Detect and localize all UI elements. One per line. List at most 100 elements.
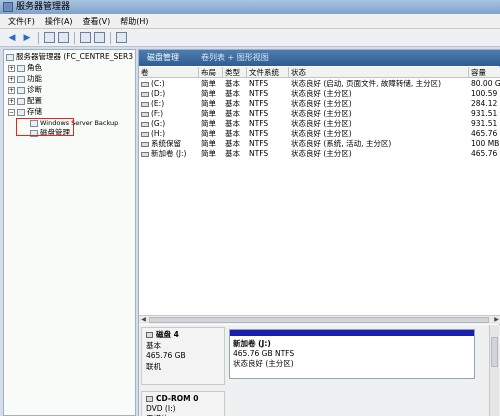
volume-status: 状态良好 (主分区)	[291, 119, 352, 128]
tree-item-diagnostics[interactable]: + 诊断	[8, 85, 42, 95]
tree-item-label: 角色	[27, 63, 42, 72]
volume-type: 基本	[225, 149, 240, 158]
horizontal-scrollbar[interactable]: ◀ ▶	[139, 315, 500, 324]
table-row[interactable]: (H:) 简单 基本 NTFS 状态良好 (主分区) 465.76	[139, 129, 500, 139]
server-manager-icon	[3, 2, 13, 12]
scroll-thumb[interactable]	[491, 337, 498, 367]
volume-layout: 简单	[201, 149, 216, 158]
red-highlight-box	[16, 118, 74, 136]
forward-arrow-icon[interactable]: ▶	[21, 32, 33, 44]
partition-j[interactable]: 新加卷 (J:) 465.76 GB NTFS 状态良好 (主分区)	[229, 329, 475, 379]
volume-type: 基本	[225, 79, 240, 88]
cdrom-0-info[interactable]: CD-ROM 0 DVD (I:) 无媒体	[141, 391, 225, 416]
volume-filesystem: NTFS	[249, 119, 269, 128]
volume-type: 基本	[225, 139, 240, 148]
diagnostics-icon	[17, 86, 25, 94]
column-header-capacity[interactable]: 容量	[469, 67, 500, 78]
expand-icon[interactable]: +	[8, 75, 15, 83]
table-row[interactable]: (E:) 简单 基本 NTFS 状态良好 (主分区) 284.12	[139, 99, 500, 109]
table-row[interactable]: 新加卷 (J:) 简单 基本 NTFS 状态良好 (主分区) 465.76	[139, 149, 500, 159]
disk-4-name: 磁盘 4	[146, 330, 179, 340]
column-header-type[interactable]: 类型	[223, 67, 247, 78]
volume-layout: 简单	[201, 89, 216, 98]
roles-icon	[17, 64, 25, 72]
volume-icon	[141, 91, 149, 97]
properties-icon[interactable]	[94, 32, 105, 43]
menu-view[interactable]: 查看(V)	[83, 16, 111, 27]
help-icon[interactable]	[80, 32, 91, 43]
volume-layout: 简单	[201, 129, 216, 138]
tree-item-storage[interactable]: − 存储	[8, 107, 42, 117]
partition-status: 状态良好 (主分区)	[233, 359, 294, 368]
volume-name: (E:)	[139, 99, 199, 109]
column-header-status[interactable]: 状态	[289, 67, 469, 78]
disk-4-state: 联机	[146, 362, 161, 371]
toolbar: ◀ ▶	[0, 29, 500, 47]
volume-capacity: 931.51	[471, 119, 498, 128]
menu-help[interactable]: 帮助(H)	[120, 16, 148, 27]
tree-item-configuration[interactable]: + 配置	[8, 96, 42, 106]
tree-item-features[interactable]: + 功能	[8, 74, 42, 84]
disk-4-type: 基本	[146, 341, 161, 350]
volume-status: 状态良好 (主分区)	[291, 89, 352, 98]
scroll-right-icon[interactable]: ▶	[492, 316, 500, 324]
volume-name: 新加卷 (J:)	[139, 149, 199, 159]
volume-layout: 简单	[201, 79, 216, 88]
scroll-thumb[interactable]	[149, 317, 489, 323]
expand-icon[interactable]: +	[8, 97, 15, 105]
volume-status: 状态良好 (主分区)	[291, 99, 352, 108]
show-hide-tree-icon[interactable]	[58, 32, 69, 43]
export-icon[interactable]	[116, 32, 127, 43]
collapse-icon[interactable]: −	[8, 108, 15, 116]
disk-4-info[interactable]: 磁盘 4 基本 465.76 GB 联机	[141, 327, 225, 385]
disk-management-pane: 磁盘管理 卷列表 + 图形视图 卷 布局 类型 文件系统 状态 容量 (C:) 简…	[138, 49, 500, 416]
menu-action[interactable]: 操作(A)	[45, 16, 73, 27]
tree-root[interactable]: 服务器管理器 (FC_CENTRE_SER3	[6, 52, 133, 62]
table-row[interactable]: (D:) 简单 基本 NTFS 状态良好 (主分区) 100.59	[139, 89, 500, 99]
column-header-layout[interactable]: 布局	[199, 67, 223, 78]
expand-icon[interactable]: +	[8, 64, 15, 72]
volume-name-text: (G:)	[151, 119, 166, 128]
partition-size-fs: 465.76 GB NTFS	[233, 349, 295, 358]
volume-capacity: 80.00 G	[471, 79, 500, 88]
expand-icon[interactable]: +	[8, 86, 15, 94]
volume-icon	[141, 151, 149, 157]
volume-name: 系统保留	[139, 139, 199, 149]
volume-icon	[141, 111, 149, 117]
column-header-volume[interactable]: 卷	[139, 67, 199, 78]
table-row[interactable]: (G:) 简单 基本 NTFS 状态良好 (主分区) 931.51	[139, 119, 500, 129]
volume-type: 基本	[225, 119, 240, 128]
column-header-filesystem[interactable]: 文件系统	[247, 67, 289, 78]
volume-layout: 简单	[201, 99, 216, 108]
menu-bar: 文件(F) 操作(A) 查看(V) 帮助(H)	[0, 14, 500, 29]
volume-capacity: 465.76	[471, 149, 498, 158]
volume-icon	[141, 101, 149, 107]
volume-filesystem: NTFS	[249, 149, 269, 158]
volume-name: (D:)	[139, 89, 199, 99]
features-icon	[17, 75, 25, 83]
up-folder-icon[interactable]	[44, 32, 55, 43]
scroll-left-icon[interactable]: ◀	[139, 316, 148, 324]
back-arrow-icon[interactable]: ◀	[6, 32, 18, 44]
disk-view-vertical-scrollbar[interactable]	[489, 325, 499, 416]
volume-capacity: 465.76	[471, 129, 498, 138]
volume-filesystem: NTFS	[249, 139, 269, 148]
partition-name: 新加卷 (J:)	[233, 339, 271, 348]
table-row[interactable]: (C:) 简单 基本 NTFS 状态良好 (启动, 页面文件, 故障转储, 主分区) 80…	[139, 79, 500, 89]
volume-name-text: (F:)	[151, 109, 164, 118]
cdrom-name-text: CD-ROM 0	[156, 394, 199, 403]
window-title: 服务器管理器	[16, 2, 71, 12]
pane-title: 磁盘管理	[147, 53, 179, 62]
table-row[interactable]: 系统保留 简单 基本 NTFS 状态良好 (系统, 活动, 主分区) 100 MB	[139, 139, 500, 149]
volume-status: 状态良好 (主分区)	[291, 109, 352, 118]
volume-status: 状态良好 (主分区)	[291, 149, 352, 158]
volume-list: 卷 布局 类型 文件系统 状态 容量 (C:) 简单 基本 NTFS 状态良好 (启动,…	[139, 67, 500, 315]
graphical-disk-view: 磁盘 4 基本 465.76 GB 联机 新加卷 (J:) 465.76 GB …	[139, 325, 500, 416]
tree-item-roles[interactable]: + 角色	[8, 63, 42, 73]
volume-name-text: (E:)	[151, 99, 165, 108]
volume-filesystem: NTFS	[249, 89, 269, 98]
disk-4-size: 465.76 GB	[146, 351, 186, 360]
menu-file[interactable]: 文件(F)	[8, 16, 35, 27]
tree-item-label: 存储	[27, 107, 42, 116]
table-row[interactable]: (F:) 简单 基本 NTFS 状态良好 (主分区) 931.51	[139, 109, 500, 119]
